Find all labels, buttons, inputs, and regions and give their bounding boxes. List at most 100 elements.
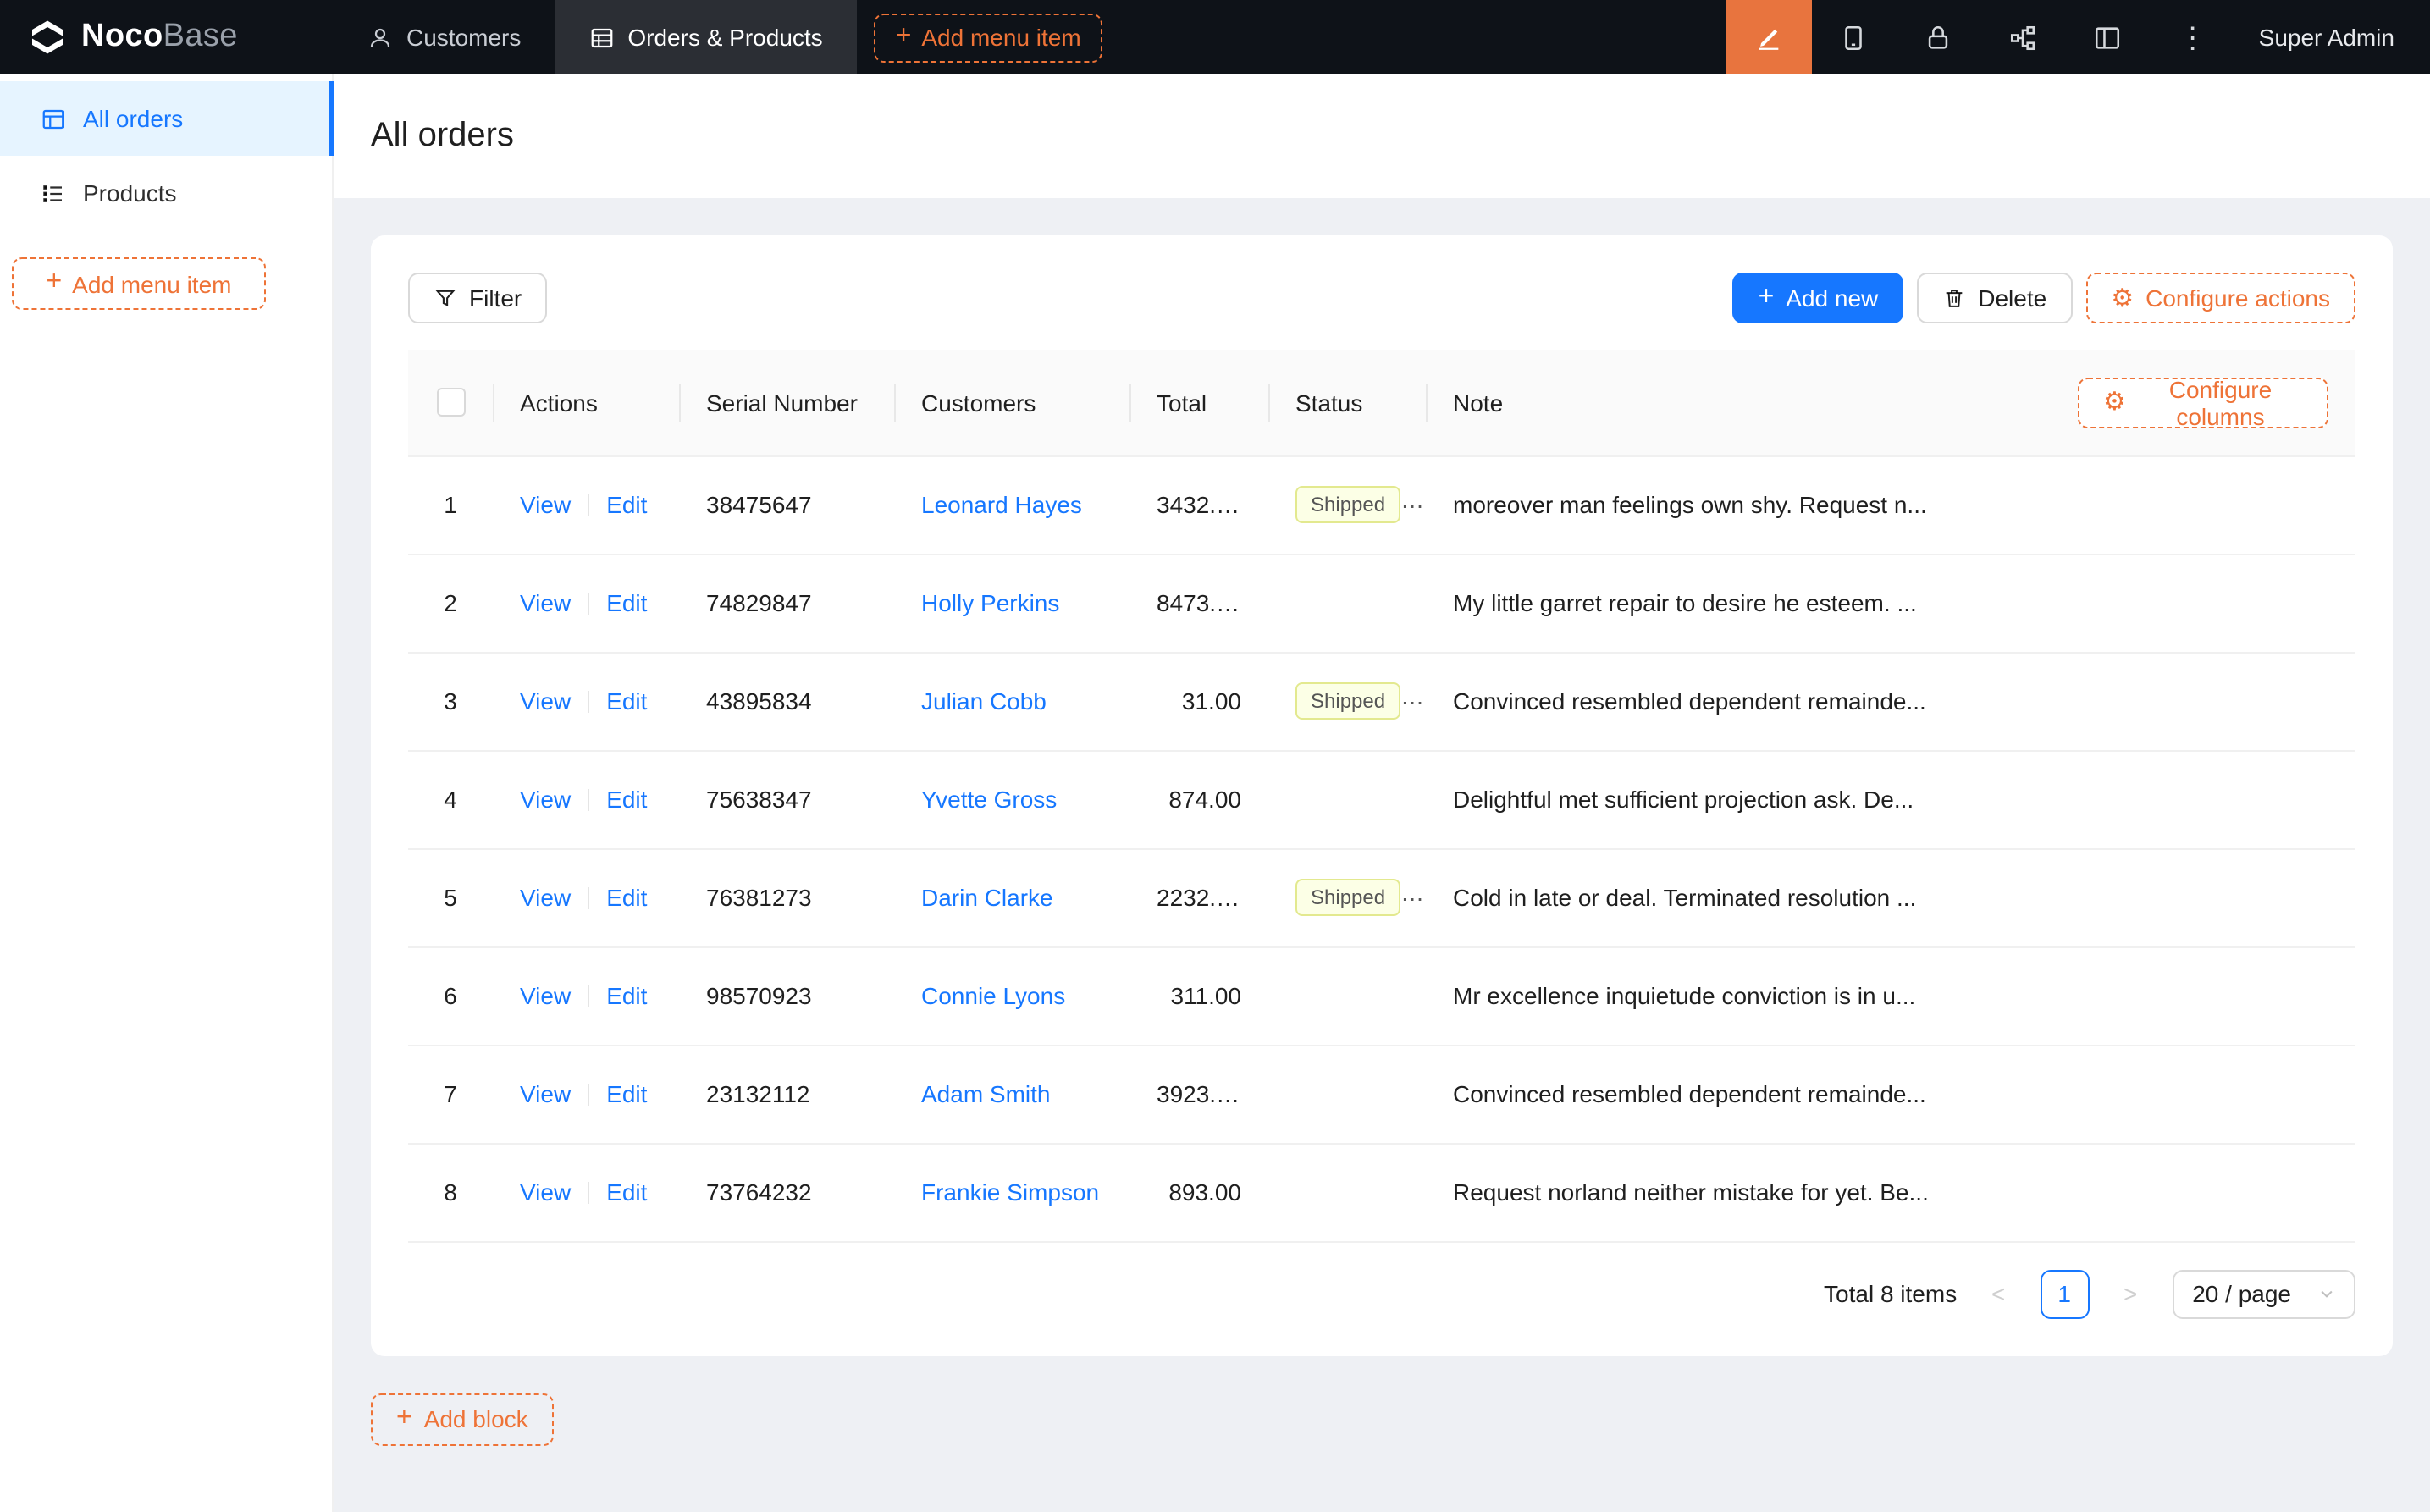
- customer-link[interactable]: Julian Cobb: [921, 687, 1047, 715]
- row-index: 6: [408, 946, 493, 1045]
- sidebar-item-all-orders[interactable]: All orders: [0, 81, 332, 156]
- orders-table-body: 1 ViewEdit 38475647 Leonard Hayes 3432.0…: [408, 455, 2355, 1241]
- sidebar-add-menu-item-button[interactable]: + Add menu item: [12, 257, 266, 310]
- more-icon: ⋮: [2179, 23, 2207, 52]
- total-cell: 311.00: [1129, 946, 1268, 1045]
- serial-number-cell: 98570923: [679, 946, 894, 1045]
- row-actions: View Edit: [493, 455, 679, 554]
- next-page-button[interactable]: >: [2106, 1269, 2155, 1318]
- ui-editor-button[interactable]: [1726, 0, 1812, 74]
- row-index: 4: [408, 750, 493, 848]
- api-button[interactable]: [1981, 0, 2066, 74]
- page-content: Filter + Add new Delete: [334, 198, 2430, 1512]
- edit-link[interactable]: Edit: [606, 589, 647, 616]
- row-index: 3: [408, 652, 493, 750]
- customer-link[interactable]: Yvette Gross: [921, 786, 1057, 813]
- configure-actions-button[interactable]: ⚙ Configure actions: [2085, 273, 2355, 323]
- customer-cell: Holly Perkins: [894, 554, 1129, 652]
- customer-link[interactable]: Frankie Simpson: [921, 1178, 1099, 1206]
- view-link[interactable]: View: [520, 786, 571, 813]
- page-number-1[interactable]: 1: [2040, 1269, 2089, 1318]
- sidebar-item-label: Products: [83, 179, 177, 207]
- empty-cell: [2051, 1143, 2355, 1241]
- select-all-checkbox[interactable]: [436, 389, 465, 417]
- view-link[interactable]: View: [520, 982, 571, 1009]
- divider: [588, 494, 589, 516]
- filter-button[interactable]: Filter: [408, 273, 547, 323]
- edit-link[interactable]: Edit: [606, 786, 647, 813]
- customer-cell: Julian Cobb: [894, 652, 1129, 750]
- header-add-menu-item-button[interactable]: + Add menu item: [874, 13, 1103, 62]
- column-header-actions: Actions: [493, 350, 679, 455]
- divider: [588, 985, 589, 1007]
- chevron-right-icon: >: [2123, 1280, 2137, 1307]
- serial-number-cell: 23132112: [679, 1045, 894, 1143]
- table-icon: [588, 25, 614, 50]
- layout-button[interactable]: [2066, 0, 2151, 74]
- customer-cell: Darin Clarke: [894, 848, 1129, 946]
- table-icon: [41, 106, 66, 131]
- configure-columns-button[interactable]: ⚙ Configure columns: [2078, 378, 2328, 428]
- previous-page-button[interactable]: <: [1974, 1269, 2023, 1318]
- row-index: 5: [408, 848, 493, 946]
- status-cell: Shipped: [1268, 652, 1426, 750]
- plus-icon: +: [1759, 284, 1775, 311]
- row-actions: View Edit: [493, 750, 679, 848]
- status-cell: [1268, 1143, 1426, 1241]
- edit-link[interactable]: Edit: [606, 884, 647, 911]
- divider: [588, 789, 589, 811]
- view-link[interactable]: View: [520, 687, 571, 715]
- page-size-select[interactable]: 20 / page: [2172, 1269, 2355, 1318]
- layout-icon: [2094, 23, 2123, 52]
- empty-cell: [2051, 455, 2355, 554]
- customer-link[interactable]: Leonard Hayes: [921, 491, 1082, 518]
- designer-icon: [1754, 23, 1783, 52]
- edit-link[interactable]: Edit: [606, 1178, 647, 1206]
- empty-cell: [2051, 848, 2355, 946]
- nav-tab-orders-products[interactable]: Orders & Products: [555, 0, 856, 74]
- edit-link[interactable]: Edit: [606, 687, 647, 715]
- delete-button[interactable]: Delete: [1917, 273, 2072, 323]
- edit-link[interactable]: Edit: [606, 491, 647, 518]
- more-button[interactable]: ⋮: [2151, 0, 2235, 74]
- column-header-total: Total: [1129, 350, 1268, 455]
- mobile-view-button[interactable]: [1812, 0, 1897, 74]
- customer-cell: Connie Lyons: [894, 946, 1129, 1045]
- table-row: 4 ViewEdit 75638347 Yvette Gross 874.00 …: [408, 750, 2355, 848]
- add-block-button[interactable]: + Add block: [371, 1393, 554, 1445]
- table-row: 5 ViewEdit 76381273 Darin Clarke 2232.00…: [408, 848, 2355, 946]
- nocobase-logo[interactable]: NocoBase: [0, 17, 334, 58]
- customer-link[interactable]: Adam Smith: [921, 1080, 1051, 1107]
- edit-link[interactable]: Edit: [606, 1080, 647, 1107]
- security-button[interactable]: [1897, 0, 1981, 74]
- view-link[interactable]: View: [520, 884, 571, 911]
- nav-tab-customers[interactable]: Customers: [334, 0, 555, 74]
- status-cell: [1268, 946, 1426, 1045]
- view-link[interactable]: View: [520, 589, 571, 616]
- user-menu[interactable]: Super Admin: [2259, 24, 2430, 51]
- add-new-button[interactable]: + Add new: [1733, 273, 1904, 323]
- customer-cell: Adam Smith: [894, 1045, 1129, 1143]
- customer-link[interactable]: Holly Perkins: [921, 589, 1059, 616]
- top-bar: NocoBase Customers Orders & Products + A…: [0, 0, 2430, 74]
- view-link[interactable]: View: [520, 1080, 571, 1107]
- page-title: All orders: [371, 117, 514, 156]
- customer-link[interactable]: Darin Clarke: [921, 884, 1053, 911]
- customer-link[interactable]: Connie Lyons: [921, 982, 1065, 1009]
- total-cell: 893.00: [1129, 1143, 1268, 1241]
- sidebar-item-products[interactable]: Products: [0, 156, 332, 230]
- list-icon: [41, 180, 66, 206]
- row-actions: View Edit: [493, 1045, 679, 1143]
- table-row: 8 ViewEdit 73764232 Frankie Simpson 893.…: [408, 1143, 2355, 1241]
- row-actions: View Edit: [493, 652, 679, 750]
- view-link[interactable]: View: [520, 491, 571, 518]
- customer-cell: Frankie Simpson: [894, 1143, 1129, 1241]
- edit-link[interactable]: Edit: [606, 982, 647, 1009]
- view-link[interactable]: View: [520, 1178, 571, 1206]
- status-cell: [1268, 1045, 1426, 1143]
- note-cell: Mr excellence inquietude conviction is i…: [1426, 946, 2051, 1045]
- table-toolbar: Filter + Add new Delete: [408, 273, 2355, 323]
- total-cell: 874.00: [1129, 750, 1268, 848]
- nav-tab-label: Customers: [406, 24, 521, 51]
- gear-icon: ⚙: [2103, 390, 2126, 416]
